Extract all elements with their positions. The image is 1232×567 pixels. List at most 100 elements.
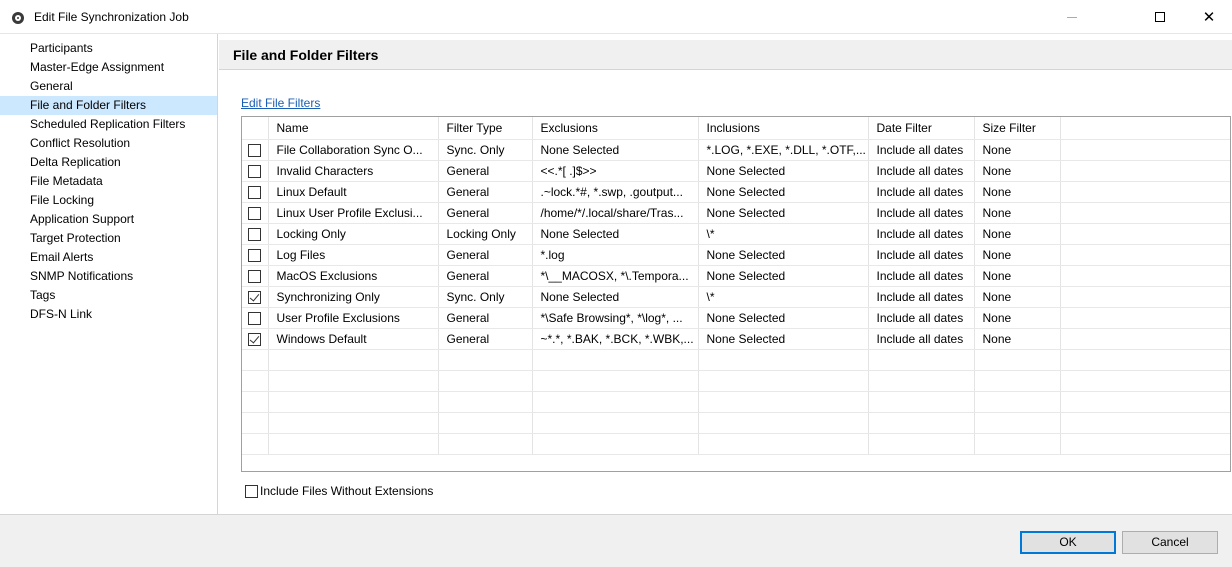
row-select-cell xyxy=(242,181,269,203)
table-row[interactable]: Locking Only Locking Only None Selected \* I… xyxy=(242,223,1230,245)
sidebar-item-delta-replication[interactable]: Delta Replication xyxy=(0,153,217,172)
sidebar-item-conflict-resolution[interactable]: Conflict Resolution xyxy=(0,134,217,153)
page-title: File and Folder Filters xyxy=(233,47,379,63)
filler-cell xyxy=(1060,307,1230,329)
minimize-button[interactable] xyxy=(1049,0,1095,34)
close-icon: ✕ xyxy=(1202,9,1216,26)
inclusions-cell: None Selected xyxy=(698,202,869,224)
exclusions-cell: *.log xyxy=(532,244,699,266)
row-select-cell xyxy=(242,160,269,182)
date-filter-cell: Include all dates xyxy=(868,223,975,245)
empty-cell xyxy=(974,391,1061,413)
sidebar-item-tags[interactable]: Tags xyxy=(0,286,217,305)
table-row[interactable]: User Profile Exclusions General *\Safe Bro… xyxy=(242,307,1230,329)
sidebar-item-dfs-n-link[interactable]: DFS-N Link xyxy=(0,305,217,324)
exclusions-cell: .~lock.*#, *.swp, .goutput... xyxy=(532,181,699,203)
size-filter-cell: None xyxy=(974,139,1061,161)
panel-header: File and Folder Filters xyxy=(219,40,1232,70)
row-select-cell xyxy=(242,307,269,329)
table-row[interactable]: MacOS Exclusions General *\__MACOSX, *\.Te… xyxy=(242,265,1230,287)
table-row[interactable]: Log Files General *.log None Selected Includ… xyxy=(242,244,1230,266)
row-checkbox[interactable] xyxy=(248,290,262,304)
sidebar-item-file-locking[interactable]: File Locking xyxy=(0,191,217,210)
column-header-exclusions[interactable]: Exclusions xyxy=(532,117,699,140)
inclusions-cell: \* xyxy=(698,286,869,308)
row-select-cell xyxy=(242,202,269,224)
empty-cell xyxy=(1060,349,1230,371)
include-files-without-extensions-checkbox[interactable] xyxy=(245,484,258,498)
row-checkbox[interactable] xyxy=(248,185,262,199)
row-select-cell xyxy=(242,328,269,350)
inclusions-cell: \* xyxy=(698,223,869,245)
column-header-date-filter[interactable]: Date Filter xyxy=(868,117,975,140)
sidebar-item-scheduled-replication-filters[interactable]: Scheduled Replication Filters xyxy=(0,115,217,134)
window-title: Edit File Synchronization Job xyxy=(34,10,189,24)
table-header-row: Name Filter Type Exclusions Inclusions D… xyxy=(242,117,1230,140)
row-checkbox[interactable] xyxy=(248,164,262,178)
ok-button[interactable]: OK xyxy=(1020,531,1116,554)
table-row[interactable]: Linux Default General .~lock.*#, *.swp, .g… xyxy=(242,181,1230,203)
sidebar-item-master-edge-assignment[interactable]: Master-Edge Assignment xyxy=(0,58,217,77)
size-filter-cell: None xyxy=(974,223,1061,245)
exclusions-cell: None Selected xyxy=(532,139,699,161)
minimize-icon xyxy=(1067,16,1077,18)
row-checkbox[interactable] xyxy=(248,206,262,220)
filter-type-cell: General xyxy=(438,181,533,203)
filter-type-cell: General xyxy=(438,202,533,224)
title-bar: Edit File Synchronization Job ✕ xyxy=(0,0,1232,34)
column-header-size-filter[interactable]: Size Filter xyxy=(974,117,1061,140)
filler-cell xyxy=(1060,223,1230,245)
sidebar-item-snmp-notifications[interactable]: SNMP Notifications xyxy=(0,267,217,286)
row-select-cell xyxy=(242,139,269,161)
empty-cell xyxy=(242,391,269,413)
inclusions-cell: None Selected xyxy=(698,265,869,287)
table-row[interactable]: Windows Default General ~*.*, *.BAK, *.BCK… xyxy=(242,328,1230,350)
row-checkbox[interactable] xyxy=(248,143,262,157)
maximize-button[interactable] xyxy=(1137,0,1183,34)
inclusions-cell: None Selected xyxy=(698,328,869,350)
empty-cell xyxy=(1060,370,1230,392)
row-checkbox[interactable] xyxy=(248,248,262,262)
sidebar-item-email-alerts[interactable]: Email Alerts xyxy=(0,248,217,267)
filter-name-cell: Synchronizing Only xyxy=(268,286,439,308)
date-filter-cell: Include all dates xyxy=(868,244,975,266)
empty-cell xyxy=(974,370,1061,392)
exclusions-cell: <<.*[ .]$>> xyxy=(532,160,699,182)
sidebar-item-participants[interactable]: Participants xyxy=(0,39,217,58)
column-header-inclusions[interactable]: Inclusions xyxy=(698,117,869,140)
table-row[interactable]: Linux User Profile Exclusi... General/hom… xyxy=(242,202,1230,224)
filter-type-cell: General xyxy=(438,307,533,329)
sidebar-item-general[interactable]: General xyxy=(0,77,217,96)
cancel-button[interactable]: Cancel xyxy=(1122,531,1218,554)
empty-cell xyxy=(438,391,533,413)
edit-file-filters-link[interactable]: Edit File Filters xyxy=(241,96,320,110)
filter-name-cell: Log Files xyxy=(268,244,439,266)
table-row[interactable]: Synchronizing Only Sync. Only None Selecte… xyxy=(242,286,1230,308)
size-filter-cell: None xyxy=(974,202,1061,224)
filler-cell xyxy=(1060,202,1230,224)
row-checkbox[interactable] xyxy=(248,269,262,283)
sidebar-item-target-protection[interactable]: Target Protection xyxy=(0,229,217,248)
date-filter-cell: Include all dates xyxy=(868,328,975,350)
column-header-filter-type[interactable]: Filter Type xyxy=(438,117,533,140)
empty-cell xyxy=(268,391,439,413)
row-select-cell xyxy=(242,265,269,287)
table-row[interactable]: File Collaboration Sync O... Sync. Only No… xyxy=(242,139,1230,161)
inclusions-cell: None Selected xyxy=(698,160,869,182)
row-checkbox[interactable] xyxy=(248,227,262,241)
table-row[interactable]: Invalid Characters General <<.*[ .]$>> None… xyxy=(242,160,1230,182)
filler-cell xyxy=(1060,181,1230,203)
include-files-without-extensions-option[interactable]: Include Files Without Extensions xyxy=(245,484,433,498)
sidebar-item-application-support[interactable]: Application Support xyxy=(0,210,217,229)
close-button[interactable]: ✕ xyxy=(1186,0,1232,34)
row-checkbox[interactable] xyxy=(248,311,262,325)
row-checkbox[interactable] xyxy=(248,332,262,346)
size-filter-cell: None xyxy=(974,328,1061,350)
empty-cell xyxy=(268,433,439,455)
sidebar-item-file-and-folder-filters[interactable]: File and Folder Filters xyxy=(0,96,217,115)
empty-cell xyxy=(438,349,533,371)
inclusions-cell: None Selected xyxy=(698,244,869,266)
column-header-name[interactable]: Name xyxy=(268,117,439,140)
sidebar-item-file-metadata[interactable]: File Metadata xyxy=(0,172,217,191)
size-filter-cell: None xyxy=(974,307,1061,329)
